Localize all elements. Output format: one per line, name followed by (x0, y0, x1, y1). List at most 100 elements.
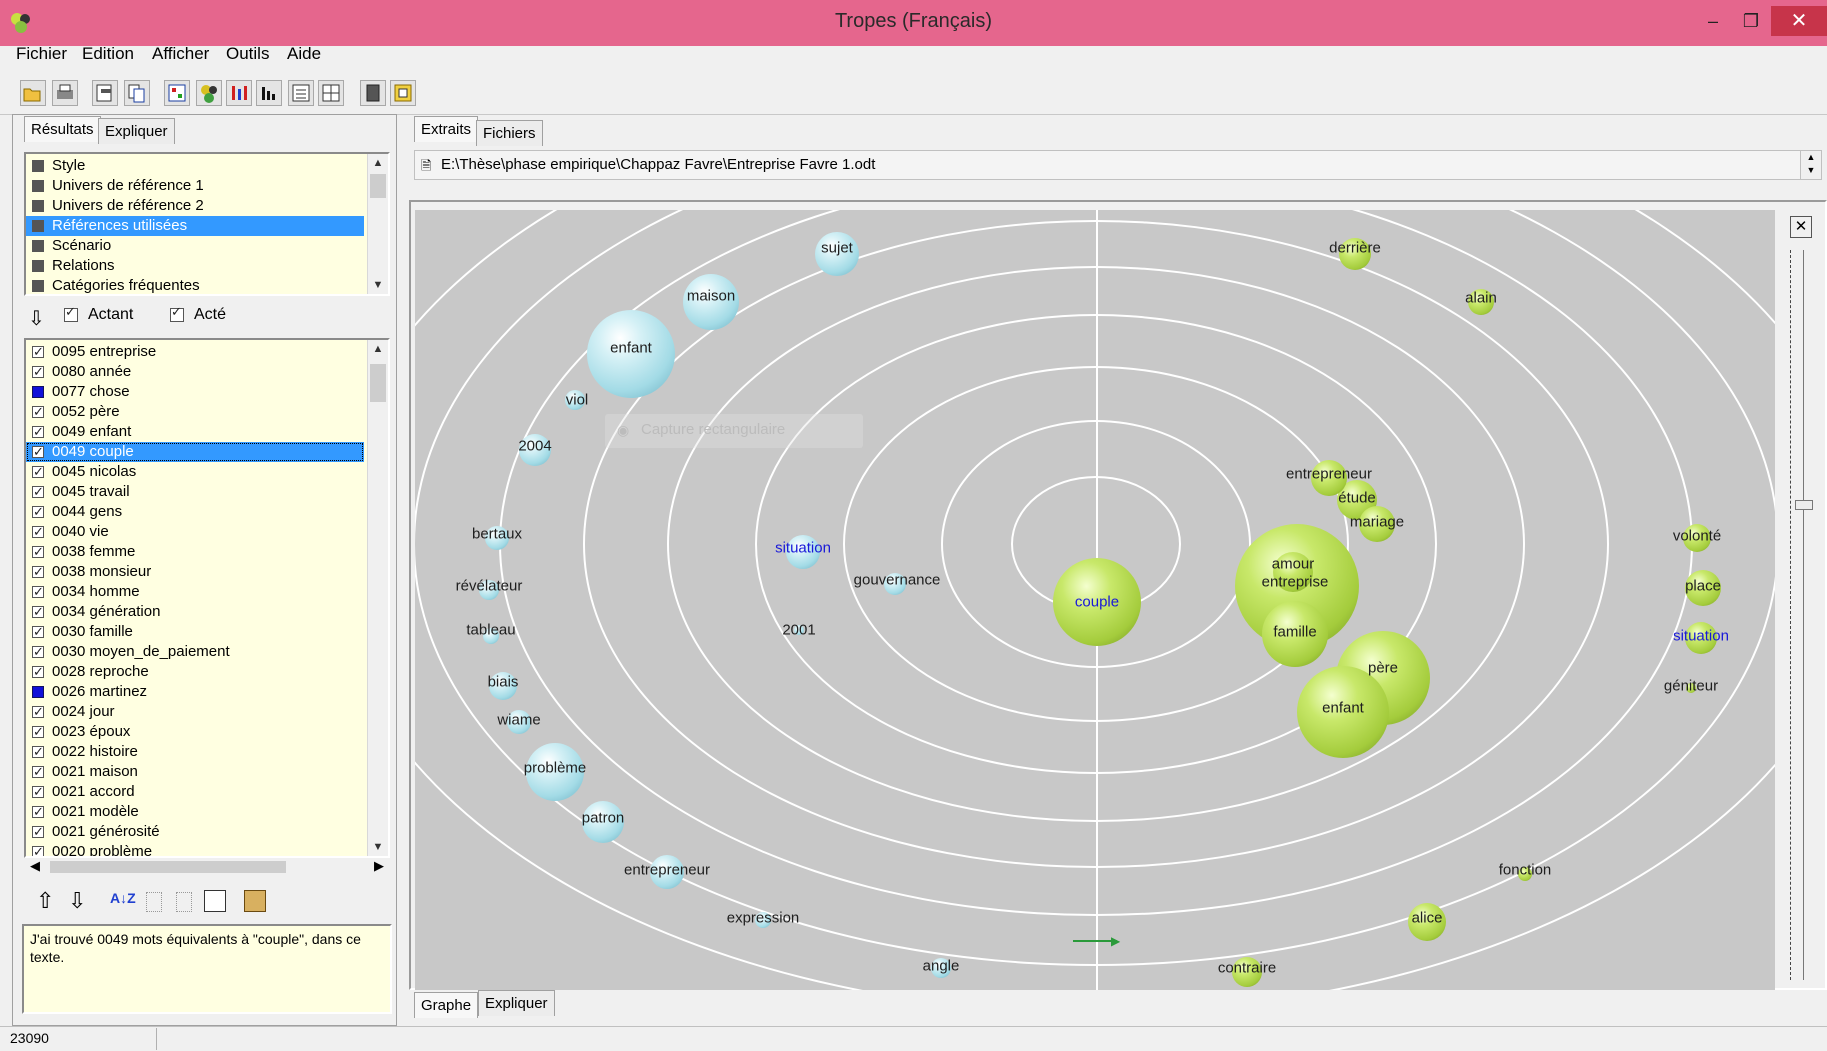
category-item[interactable]: Scénario (26, 236, 364, 256)
hscroll-thumb[interactable] (50, 861, 286, 873)
tab-expliquer-right[interactable]: Expliquer (478, 990, 555, 1016)
reference-checkbox[interactable] (32, 782, 44, 802)
properties-icon[interactable] (92, 80, 118, 106)
reference-checkbox[interactable] (32, 582, 44, 602)
close-button[interactable]: ✕ (1771, 6, 1827, 36)
category-item[interactable]: Références utilisées (26, 216, 364, 236)
reference-item[interactable]: 0045 nicolas (26, 462, 364, 482)
reference-checkbox[interactable] (32, 522, 44, 542)
category-scrollbar[interactable]: ▲ ▼ (367, 154, 388, 294)
reference-checkbox[interactable] (32, 642, 44, 662)
file-spinner[interactable]: ▲ ▼ (1800, 150, 1822, 180)
properties-icon[interactable] (204, 890, 226, 912)
reference-item[interactable]: 0022 histoire (26, 742, 364, 762)
menu-afficher[interactable]: Afficher (148, 44, 213, 64)
scroll-down-icon[interactable]: ▼ (368, 838, 388, 856)
reference-checkbox[interactable] (32, 602, 44, 622)
reference-item[interactable]: 0034 génération (26, 602, 364, 622)
actant-checkbox[interactable] (64, 304, 80, 324)
reference-item[interactable]: 0040 vie (26, 522, 364, 542)
reference-checkbox[interactable] (32, 662, 44, 682)
category-item[interactable]: Style (26, 156, 364, 176)
scroll-up-icon[interactable]: ▲ (368, 340, 388, 358)
reference-item[interactable]: 0030 moyen_de_paiement (26, 642, 364, 662)
category-item[interactable]: Univers de référence 1 (26, 176, 364, 196)
reference-item[interactable]: 0044 gens (26, 502, 364, 522)
histogram-icon[interactable] (256, 80, 282, 106)
clipboard-icon[interactable] (244, 890, 266, 912)
scroll-right-icon[interactable]: ▶ (374, 858, 384, 874)
bars-icon[interactable] (226, 80, 252, 106)
scroll-down-icon[interactable]: ▼ (368, 276, 388, 294)
reference-item[interactable]: 0021 générosité (26, 822, 364, 842)
menu-outils[interactable]: Outils (222, 44, 273, 64)
zoom-slider-thumb[interactable] (1795, 500, 1813, 510)
scroll-up-icon[interactable]: ▲ (368, 154, 388, 172)
scroll-thumb[interactable] (370, 364, 386, 402)
tab-graphe[interactable]: Graphe (414, 992, 479, 1018)
menu-aide[interactable]: Aide (283, 44, 325, 64)
reference-item[interactable]: 0028 reproche (26, 662, 364, 682)
table-icon[interactable] (318, 80, 344, 106)
reference-item[interactable]: 0049 enfant (26, 422, 364, 442)
tree-collapse-icon[interactable] (176, 892, 192, 912)
arrow-down-icon[interactable]: ⇩ (28, 306, 48, 330)
tab-expliquer-left[interactable]: Expliquer (98, 118, 175, 144)
reference-item[interactable]: 0045 travail (26, 482, 364, 502)
reference-checkbox[interactable] (32, 722, 44, 742)
reference-checkbox[interactable] (32, 362, 44, 382)
reference-item[interactable]: 0021 accord (26, 782, 364, 802)
tab-resultats[interactable]: Résultats (24, 116, 101, 142)
arrow-down-icon[interactable]: ⇩ (68, 888, 86, 914)
reference-checkbox[interactable] (32, 422, 44, 442)
reference-checkbox[interactable] (32, 562, 44, 582)
restore-button[interactable]: ❐ (1728, 6, 1774, 36)
reference-item[interactable]: 0095 entreprise (26, 342, 364, 362)
export-icon[interactable] (390, 80, 416, 106)
tab-fichiers[interactable]: Fichiers (476, 120, 543, 146)
category-item[interactable]: Relations (26, 256, 364, 276)
menu-edition[interactable]: Edition (78, 44, 138, 64)
reference-item[interactable]: 0030 famille (26, 622, 364, 642)
reference-scrollbar[interactable]: ▲ ▼ (367, 340, 388, 856)
reference-item[interactable]: 0021 modèle (26, 802, 364, 822)
reference-checkbox[interactable] (32, 402, 44, 422)
zoom-slider[interactable] (1790, 250, 1815, 980)
reference-checkbox[interactable] (32, 686, 44, 698)
reference-item[interactable]: 0038 monsieur (26, 562, 364, 582)
tree-expand-icon[interactable] (146, 892, 162, 912)
reference-checkbox[interactable] (32, 762, 44, 782)
reference-checkbox[interactable] (32, 386, 44, 398)
scroll-thumb[interactable] (370, 174, 386, 198)
reference-item[interactable]: 0020 problème (26, 842, 364, 856)
arrow-up-icon[interactable]: ⇧ (36, 888, 54, 914)
print-icon[interactable] (52, 80, 78, 106)
reference-item[interactable]: 0052 père (26, 402, 364, 422)
reference-item[interactable]: 0049 couple (26, 442, 364, 462)
reference-checkbox[interactable] (32, 342, 44, 362)
graph-canvas[interactable]: ◉ Capture rectangulaire ▶ sujet maison enf… (415, 210, 1775, 990)
reference-item[interactable]: 0034 homme (26, 582, 364, 602)
reference-item[interactable]: 0080 année (26, 362, 364, 382)
reference-checkbox[interactable] (32, 822, 44, 842)
sort-az-icon[interactable]: A↓Z (110, 890, 136, 906)
book-icon[interactable] (360, 80, 386, 106)
reference-checkbox[interactable] (32, 802, 44, 822)
reference-checkbox[interactable] (32, 742, 44, 762)
reference-item[interactable]: 0021 maison (26, 762, 364, 782)
reference-item[interactable]: 0077 chose (26, 382, 364, 402)
clusters-icon[interactable] (196, 80, 222, 106)
reference-checkbox[interactable] (32, 702, 44, 722)
category-item[interactable]: Univers de référence 2 (26, 196, 364, 216)
reference-item[interactable]: 0038 femme (26, 542, 364, 562)
list-icon[interactable] (288, 80, 314, 106)
reference-checkbox[interactable] (32, 542, 44, 562)
reference-item[interactable]: 0026 martinez (26, 682, 364, 702)
reference-checkbox[interactable] (32, 622, 44, 642)
scroll-left-icon[interactable]: ◀ (30, 858, 40, 874)
reference-hscrollbar[interactable]: ◀ ▶ (26, 858, 388, 876)
open-icon[interactable] (20, 80, 46, 106)
copy-icon[interactable] (124, 80, 150, 106)
acte-checkbox[interactable] (170, 304, 186, 324)
reference-checkbox[interactable] (32, 502, 44, 522)
